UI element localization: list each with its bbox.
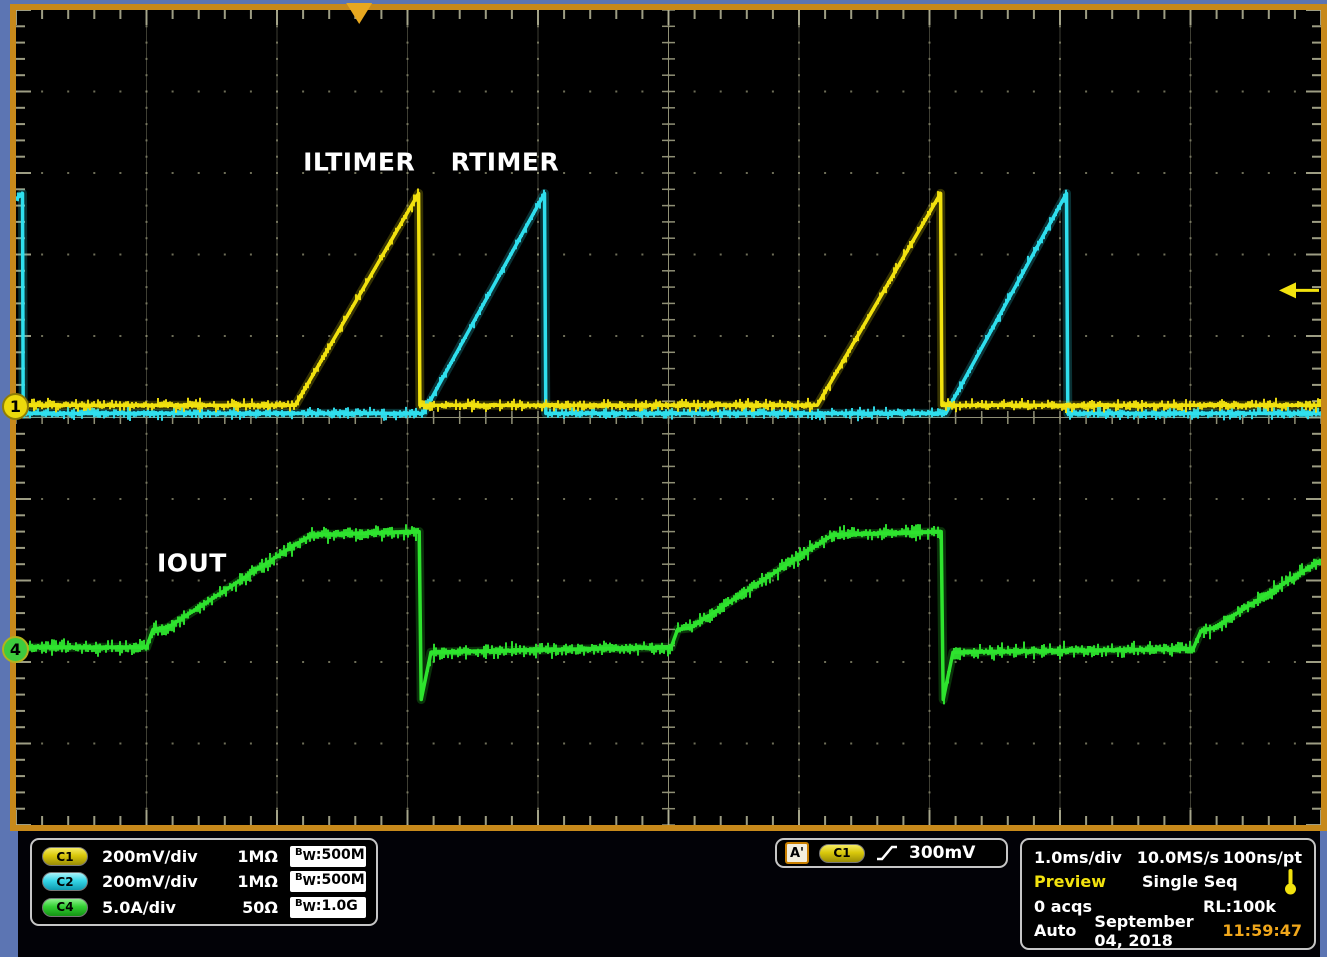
channel-badge-c2: C2 [42,872,88,891]
bw-w-glyph: W [303,849,316,863]
timebase-row-2: Preview Single Seq [1034,870,1302,894]
rtimer-label: RTIMER [451,147,560,176]
acq-preview-status: Preview [1034,872,1106,891]
channel-badge-c1: C1 [42,847,88,866]
iltimer-label: ILTIMER [303,147,415,176]
bw-b-glyph: B [295,847,303,858]
oscilloscope-screen: { "scope": { "channels": [ {"label": "C1… [0,0,1327,957]
trigger-a-badge: A' [785,842,809,864]
thermometer-icon [1284,868,1297,895]
bw-value: :500M [316,847,365,863]
bandwidth-readout-c4: BW:1.0G [290,897,366,918]
bw-w-glyph: W [303,900,316,914]
graticule-and-traces [16,10,1321,825]
status-bar: C1 200mV/div 1MΩ BW:500M C2 200mV/div 1M… [18,831,1320,957]
channel-scale-c1: 200mV/div [102,847,220,866]
rising-edge-icon [875,843,899,863]
timebase-scale: 1.0ms/div [1034,848,1122,867]
channel-scale-c4: 5.0A/div [102,898,220,917]
bw-value: :500M [316,872,365,888]
channel-badge-c4: C4 [42,898,88,917]
trigger-readout-box[interactable]: A' C1 300mV [775,838,1008,868]
channel-row-c2[interactable]: C2 200mV/div 1MΩ BW:500M [42,869,376,894]
channel-impedance-c1: 1MΩ [220,847,278,866]
timebase-row-1: 1.0ms/div 10.0MS/s 100ns/pt [1034,845,1302,869]
bandwidth-readout-c1: BW:500M [290,846,366,867]
bw-value: :1.0G [316,898,358,914]
bw-b-glyph: B [295,872,303,883]
channel-impedance-c2: 1MΩ [220,872,278,891]
sample-rate: 10.0MS/s [1137,848,1219,867]
timebase-row-4: Auto September 04, 2018 11:59:47 [1034,919,1302,943]
date-text: September 04, 2018 [1094,912,1222,950]
trigger-mode: Auto [1034,921,1076,940]
channel-scale-c2: 200mV/div [102,872,220,891]
iout-label: IOUT [157,549,227,578]
bw-w-glyph: W [303,874,316,888]
clock-time: 11:59:47 [1222,921,1302,940]
channel-row-c4[interactable]: C4 5.0A/div 50Ω BW:1.0G [42,895,376,920]
channel-readouts-box[interactable]: C1 200mV/div 1MΩ BW:500M C2 200mV/div 1M… [30,838,378,926]
trigger-source-badge: C1 [819,844,865,863]
bw-b-glyph: B [295,898,303,909]
channel-row-c1[interactable]: C1 200mV/div 1MΩ BW:500M [42,844,376,869]
acq-single-seq: Single Seq [1142,872,1238,891]
waveform-display-frame: ILTIMER RTIMER IOUT 1 4 [10,4,1327,831]
timebase-readout-box[interactable]: 1.0ms/div 10.0MS/s 100ns/pt Preview Sing… [1020,838,1316,950]
acq-count: 0 acqs [1034,897,1092,916]
waveform-display: ILTIMER RTIMER IOUT [16,10,1321,825]
sample-resolution: 100ns/pt [1223,848,1302,867]
channel-impedance-c4: 50Ω [220,898,278,917]
bandwidth-readout-c2: BW:500M [290,871,366,892]
trigger-level-value: 300mV [909,843,975,863]
